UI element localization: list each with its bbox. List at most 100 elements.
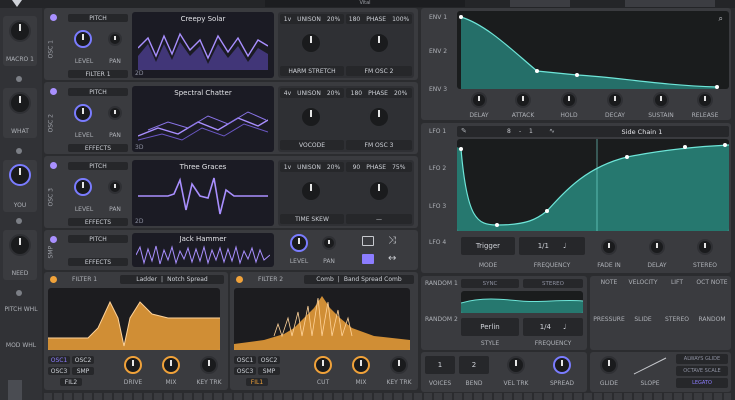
legato-toggle[interactable]: LEGATO [676, 378, 728, 388]
sampler-display[interactable]: Jack Hammer [132, 233, 274, 267]
osc-1-dim[interactable]: 2D [135, 70, 143, 77]
lfo-editor[interactable] [457, 139, 729, 231]
env-decay-knob[interactable] [607, 92, 623, 108]
filter-1-drive-knob[interactable] [124, 356, 142, 374]
envelope-editor[interactable]: ⌕ [457, 11, 729, 89]
env-tab-3[interactable]: ENV 3 [429, 86, 447, 93]
macro-2-mod-icon[interactable] [16, 148, 22, 154]
preset-name[interactable]: Vital [265, 0, 465, 7]
osc-2-phase-val[interactable]: 180 [351, 90, 362, 97]
random-tab-1[interactable]: RANDOM 1 [425, 280, 458, 287]
osc-1-mod1[interactable]: HARM STRETCH [280, 66, 344, 76]
filter-1-type[interactable]: Ladder [136, 276, 157, 283]
osc-2-pan-knob[interactable] [108, 106, 122, 120]
osc-1-spread[interactable]: 20% [327, 16, 340, 23]
osc-3-wavetable[interactable]: Three Graces 2D [132, 160, 274, 226]
macro-3[interactable]: YOU [3, 160, 37, 212]
random-tab-2[interactable]: RANDOM 2 [425, 316, 458, 323]
filter-1-src-smp[interactable]: SMP [72, 367, 94, 375]
always-glide-toggle[interactable]: ALWAYS GLIDE [676, 354, 728, 364]
random-frequency[interactable]: 1/4 [540, 323, 551, 331]
osc-2-mod2-knob[interactable] [368, 106, 390, 128]
osc-1-wavetable[interactable]: Creepy Solar 2D [132, 12, 274, 78]
spread-knob[interactable] [553, 356, 571, 374]
osc-1-pitch[interactable]: PITCH [68, 14, 128, 22]
sampler-route[interactable]: EFFECTS [68, 258, 128, 266]
macro-1-knob[interactable] [9, 20, 31, 42]
random-stereo[interactable]: STEREO [523, 279, 583, 288]
osc-1-mod1-knob[interactable] [300, 32, 322, 54]
macro-1-mod-icon[interactable] [16, 76, 22, 82]
macro-3-mod-icon[interactable] [16, 218, 22, 224]
filter-2-keytrk-knob[interactable] [390, 356, 408, 374]
lfo-preset-name[interactable]: Side Chain 1 [567, 128, 717, 136]
lfo-fade-in-knob[interactable] [601, 239, 617, 255]
macro-3-knob[interactable] [9, 164, 31, 186]
shuffle-icon[interactable]: ⤨ [388, 236, 402, 246]
loop-icon[interactable]: ↔ [388, 254, 402, 264]
osc-1-route[interactable]: FILTER 1 [68, 70, 128, 78]
osc-2-wavetable[interactable]: Spectral Chatter 3D [132, 86, 274, 152]
osc-2-voices[interactable]: 4v [284, 90, 291, 97]
filter-2-response[interactable] [234, 288, 410, 350]
zoom-icon[interactable]: ⌕ [719, 14, 723, 24]
sampler-pitch[interactable]: PITCH [68, 235, 128, 243]
mod-source-pressure[interactable]: PRESSURE [592, 316, 626, 323]
osc-3-phase-rand[interactable]: 75% [392, 164, 405, 171]
osc-2-mod2[interactable]: FM OSC 3 [346, 140, 412, 150]
voices-value[interactable]: 1 [425, 356, 455, 374]
lfo-delay-knob[interactable] [649, 239, 665, 255]
slope-display[interactable] [630, 356, 670, 376]
random-note-icon[interactable]: ♩ [563, 323, 566, 331]
osc-3-level-knob[interactable] [74, 178, 92, 196]
filter-2-src-osc3[interactable]: OSC3 [234, 367, 256, 375]
filter-2-mix-knob[interactable] [352, 356, 370, 374]
filter-1-src-osc1[interactable]: OSC1 [48, 356, 70, 364]
random-sync[interactable]: SYNC [461, 279, 519, 288]
osc-2-spread[interactable]: 20% [327, 90, 340, 97]
filter-1-keytrk-knob[interactable] [200, 356, 218, 374]
mod-source-oct-note[interactable]: OCT NOTE [694, 279, 730, 286]
filter-1-mix-knob[interactable] [162, 356, 180, 374]
filter-2-mode[interactable]: Band Spread Comb [344, 276, 402, 283]
lfo-grid-y[interactable]: 1 [529, 128, 533, 135]
mod-source-stereo[interactable]: STEREO [660, 316, 694, 323]
lfo-tab-2[interactable]: LFO 2 [429, 165, 446, 172]
lfo-tab-4[interactable]: LFO 4 [429, 239, 446, 246]
filter-1-src-osc2[interactable]: OSC2 [72, 356, 94, 364]
osc-1-phase-val[interactable]: 180 [349, 16, 360, 23]
glide-knob[interactable] [600, 356, 618, 374]
mod-source-note[interactable]: NOTE [592, 279, 626, 286]
osc-3-mod1-knob[interactable] [300, 180, 322, 202]
filter-2-cut-knob[interactable] [314, 356, 332, 374]
filter-2-src-smp[interactable]: SMP [258, 367, 280, 375]
mod-source-slide[interactable]: SLIDE [626, 316, 660, 323]
pitch-wheel-mod-icon[interactable] [16, 290, 22, 296]
macro-4[interactable]: NEED [3, 230, 37, 280]
osc-1-pan-knob[interactable] [108, 32, 122, 46]
sampler-level-knob[interactable] [290, 234, 308, 252]
osc-3-enable[interactable] [50, 162, 57, 169]
brush-icon[interactable]: ✎ [461, 127, 467, 135]
env-hold-knob[interactable] [561, 92, 577, 108]
sampler-pan-knob[interactable] [322, 236, 336, 250]
osc-3-pitch[interactable]: PITCH [68, 162, 128, 170]
osc-3-spread[interactable]: 20% [327, 164, 340, 171]
osc-3-pan-knob[interactable] [108, 180, 122, 194]
filter-1-src-fil[interactable]: FIL2 [60, 378, 82, 386]
osc-3-mod2[interactable]: — [346, 214, 412, 224]
keyboard[interactable] [44, 393, 731, 400]
smooth-icon[interactable]: ∿ [549, 127, 555, 135]
lfo-frequency[interactable]: 1/1 [538, 242, 549, 250]
osc-3-dim[interactable]: 2D [135, 218, 143, 225]
osc-2-route[interactable]: EFFECTS [68, 144, 128, 152]
filter-2-src-osc1[interactable]: OSC1 [234, 356, 256, 364]
mod-source-random[interactable]: RANDOM [694, 316, 730, 323]
osc-2-mod1-knob[interactable] [300, 106, 322, 128]
osc-1-voices[interactable]: 1v [284, 16, 291, 23]
keytrack-icon[interactable] [362, 254, 374, 264]
lfo-stereo-knob[interactable] [697, 239, 713, 255]
osc-2-pitch[interactable]: PITCH [68, 88, 128, 96]
macro-2[interactable]: WHAT [3, 88, 37, 138]
lfo-tab-1[interactable]: LFO 1 [429, 128, 446, 135]
